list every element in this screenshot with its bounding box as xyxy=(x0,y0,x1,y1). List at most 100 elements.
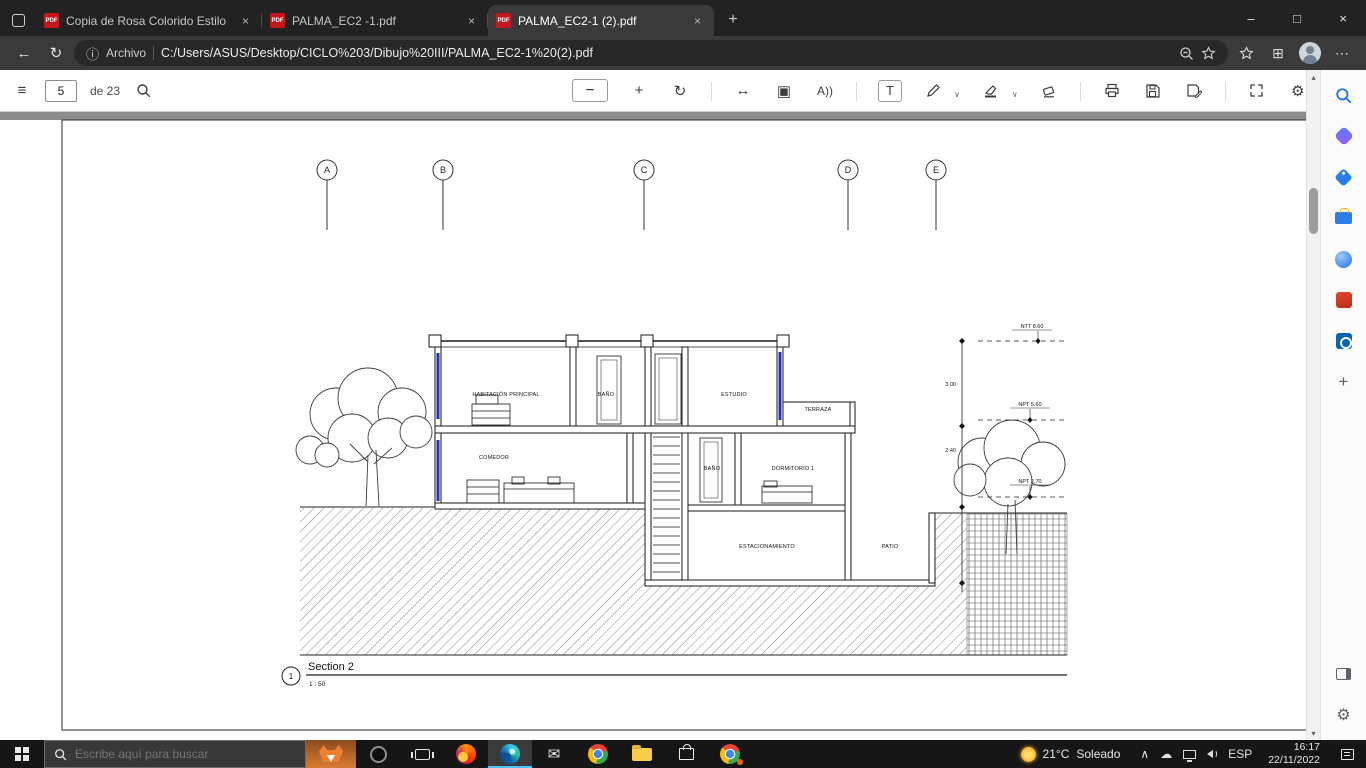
taskbar-app-firefox[interactable] xyxy=(444,740,488,768)
taskbar-search-input[interactable] xyxy=(75,747,296,761)
windows-logo-icon xyxy=(15,747,29,761)
pdf-settings-gear-icon[interactable]: ⚙ xyxy=(1288,78,1308,104)
games-icon[interactable] xyxy=(1331,246,1357,272)
print-icon[interactable] xyxy=(1102,78,1122,104)
browser-menu-icon[interactable]: ⋯ xyxy=(1328,39,1356,67)
taskbar-clock[interactable]: 16:17 22/11/2022 xyxy=(1260,740,1328,768)
window-minimize-button[interactable]: – xyxy=(1228,0,1274,36)
action-center-icon xyxy=(1340,748,1354,760)
draw-pen-icon[interactable] xyxy=(923,78,943,104)
taskbar-app-chrome[interactable] xyxy=(576,740,620,768)
rotate-icon[interactable]: ↻ xyxy=(670,78,690,104)
search-document-icon[interactable] xyxy=(133,78,153,104)
taskbar-app-edge-active[interactable] xyxy=(488,740,532,768)
sidebar-search-icon[interactable] xyxy=(1331,82,1357,108)
start-button[interactable] xyxy=(0,740,44,768)
save-icon[interactable] xyxy=(1143,78,1163,104)
tab-close-icon[interactable]: × xyxy=(689,12,706,29)
outlook-icon[interactable] xyxy=(1331,328,1357,354)
sidebar-settings-gear-icon[interactable]: ⚙ xyxy=(1331,702,1357,728)
tab-close-icon[interactable]: × xyxy=(463,12,480,29)
tab-close-icon[interactable]: × xyxy=(237,12,254,29)
room-label-estudio: ESTUDIO xyxy=(721,392,747,398)
taskbar-app-mail[interactable]: ✉ xyxy=(532,740,576,768)
url-text[interactable]: C:/Users/ASUS/Desktop/CICLO%203/Dibujo%2… xyxy=(161,46,1172,60)
grid-label-b: B xyxy=(440,165,446,175)
page-view-icon[interactable]: ▣ xyxy=(774,78,794,104)
browser-tab-2[interactable]: PDF PALMA_EC2 -1.pdf × xyxy=(262,5,488,36)
taskbar-app-cortana[interactable] xyxy=(356,740,400,768)
zoom-page-icon[interactable] xyxy=(1179,46,1194,61)
level-label-ground: NPT 2.70 xyxy=(1018,479,1041,485)
fullscreen-icon[interactable] xyxy=(1247,78,1267,104)
sidebar-panel-icon[interactable] xyxy=(1331,661,1357,687)
vertical-scrollbar[interactable]: ▴ ▾ xyxy=(1306,70,1320,740)
toolbar-separator xyxy=(711,80,712,101)
language-indicator[interactable]: ESP xyxy=(1228,747,1252,761)
fit-width-icon[interactable]: ↔ xyxy=(733,78,753,104)
taskbar-app-chrome-2[interactable] xyxy=(708,740,752,768)
back-button[interactable]: ← xyxy=(10,39,38,67)
level-label-roof: NTT 8.60 xyxy=(1021,324,1044,330)
taskbar-app-store[interactable] xyxy=(664,740,708,768)
toolbar-separator xyxy=(856,80,857,101)
save-as-icon[interactable] xyxy=(1184,78,1204,104)
add-favorite-star-icon[interactable] xyxy=(1201,45,1216,61)
page-number-input[interactable] xyxy=(45,79,77,102)
read-aloud-icon[interactable]: A)) xyxy=(815,78,835,104)
grid-label-c: C xyxy=(641,165,648,175)
draw-dropdown-icon[interactable]: ∨ xyxy=(954,90,960,104)
zoom-out-button[interactable]: − xyxy=(572,79,608,102)
taskbar-weather[interactable]: 21°C Soleado xyxy=(1009,740,1133,768)
eraser-icon[interactable] xyxy=(1039,78,1059,104)
window-maximize-button[interactable]: □ xyxy=(1274,0,1320,36)
browser-tab-1[interactable]: PDF Copia de Rosa Colorido Estilo Se × xyxy=(36,5,262,36)
highlighter-dropdown-icon[interactable]: ∨ xyxy=(1012,90,1018,104)
taskbar-app-explorer[interactable] xyxy=(620,740,664,768)
room-label-bano-lower: BAÑO xyxy=(704,465,721,472)
scrollbar-thumb[interactable] xyxy=(1309,188,1318,234)
sun-weather-icon xyxy=(1020,746,1036,762)
add-text-icon[interactable]: T xyxy=(878,79,902,102)
speaker-wave xyxy=(1213,750,1218,758)
view-title-text: Section 2 xyxy=(308,661,354,673)
info-icon[interactable]: ⓘ xyxy=(86,44,99,63)
window-close-button[interactable]: × xyxy=(1320,0,1366,36)
tab-actions-button[interactable] xyxy=(0,4,36,36)
network-icon[interactable] xyxy=(1183,749,1197,762)
copilot-icon[interactable] xyxy=(1331,123,1357,149)
taskbar-search-box[interactable] xyxy=(44,740,306,768)
grid-label-e: E xyxy=(933,165,939,175)
onedrive-cloud-icon[interactable]: ☁ xyxy=(1160,747,1172,761)
new-tab-button[interactable]: + xyxy=(720,7,746,33)
outlook-glyph xyxy=(1335,333,1352,349)
scroll-down-arrow[interactable]: ▾ xyxy=(1307,726,1320,740)
browser-tab-3-active[interactable]: PDF PALMA_EC2-1 (2).pdf × xyxy=(488,5,714,36)
search-highlight-image[interactable] xyxy=(306,740,356,768)
taskbar-search-icon xyxy=(55,748,67,760)
toc-icon[interactable]: ≡ xyxy=(12,78,32,104)
edge-sidebar: + ⚙ xyxy=(1320,70,1366,740)
toolbar-separator xyxy=(1224,80,1226,101)
hidden-icons-chevron[interactable]: ∧ xyxy=(1140,747,1149,761)
pdf-page-canvas: A B C D E HABITACIÓN PRINCIPAL BAÑO ESTU… xyxy=(0,112,1320,731)
scroll-up-arrow[interactable]: ▴ xyxy=(1307,70,1320,84)
volume-icon[interactable] xyxy=(1207,750,1218,758)
weather-temperature: 21°C xyxy=(1042,747,1070,761)
sidebar-add-icon[interactable]: + xyxy=(1331,369,1357,395)
shopping-icon[interactable] xyxy=(1331,164,1357,190)
profile-avatar[interactable] xyxy=(1296,39,1324,67)
view-number: 1 xyxy=(289,672,294,681)
favorites-bar-icon[interactable] xyxy=(1232,39,1260,67)
pdf-viewer: A B C D E HABITACIÓN PRINCIPAL BAÑO ESTU… xyxy=(0,112,1320,740)
taskbar-task-view[interactable] xyxy=(400,740,444,768)
room-label-habitacion: HABITACIÓN PRINCIPAL xyxy=(472,391,539,398)
action-center-button[interactable] xyxy=(1328,740,1366,768)
refresh-button[interactable]: ↻ xyxy=(42,39,70,67)
collections-icon[interactable]: ⊞ xyxy=(1264,39,1292,67)
zoom-in-button[interactable]: + xyxy=(629,78,649,104)
url-field[interactable]: ⓘ Archivo C:/Users/ASUS/Desktop/CICLO%20… xyxy=(74,40,1228,66)
highlighter-icon[interactable] xyxy=(981,78,1001,104)
tools-icon[interactable] xyxy=(1331,205,1357,231)
microsoft-365-icon[interactable] xyxy=(1331,287,1357,313)
